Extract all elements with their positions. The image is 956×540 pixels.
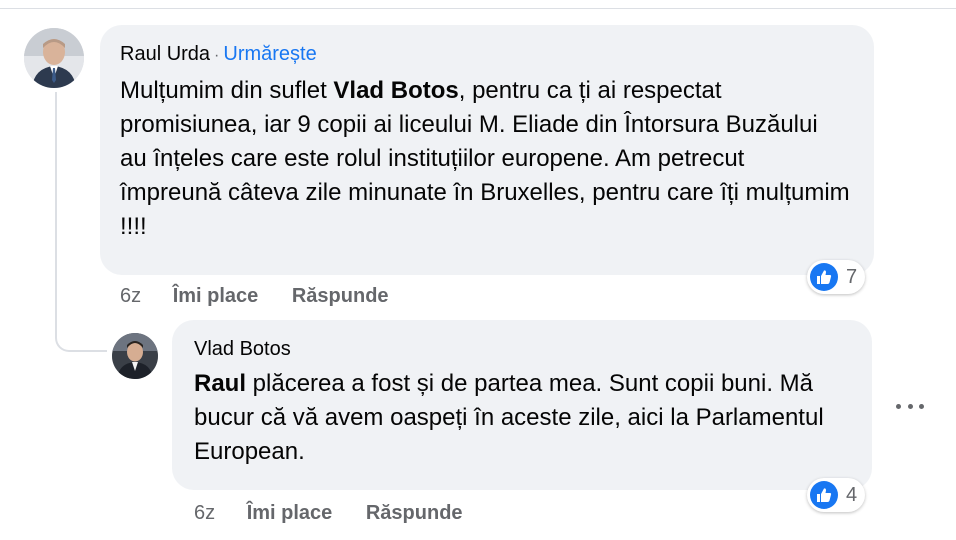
mention-link[interactable]: Raul <box>194 370 246 397</box>
follow-link[interactable]: Urmărește <box>223 43 316 65</box>
avatar-photo-icon <box>112 333 158 379</box>
more-horizontal-icon <box>896 403 901 409</box>
more-options-button[interactable] <box>896 396 924 416</box>
avatar-raul-urda[interactable] <box>24 28 84 88</box>
top-divider <box>0 8 956 9</box>
avatar-vlad-botos[interactable] <box>112 333 158 379</box>
like-button[interactable]: Îmi place <box>173 283 259 309</box>
comment-actions-1: 6z Îmi place Răspunde <box>120 283 389 309</box>
comment-text: Mulțumim din suflet Vlad Botos, pentru c… <box>120 74 850 244</box>
reaction-summary-2[interactable]: 4 <box>807 478 866 512</box>
more-horizontal-icon-dot <box>907 403 913 409</box>
like-button[interactable]: Îmi place <box>247 500 333 526</box>
thread-connector-curve <box>55 320 107 352</box>
reaction-summary-1[interactable]: 7 <box>807 260 866 294</box>
mention-link[interactable]: Vlad Botos <box>333 77 458 104</box>
comment-header: Vlad Botos <box>194 336 844 362</box>
like-icon <box>810 263 838 291</box>
reaction-count: 7 <box>846 265 858 288</box>
timestamp[interactable]: 6z <box>120 283 141 309</box>
comment-text-part: Mulțumim din suflet <box>120 77 334 104</box>
comment-text: Raul plăcerea a fost și de partea mea. S… <box>194 367 844 469</box>
comment-bubble-2: Vlad Botos Raul plăcerea a fost și de pa… <box>172 320 872 490</box>
reaction-count: 4 <box>846 483 858 506</box>
comment-header: Raul Urda · Urmărește <box>120 41 850 69</box>
comment-actions-2: 6z Îmi place Răspunde <box>194 500 463 526</box>
comment-text-part: plăcerea a fost și de partea mea. Sunt c… <box>194 370 824 465</box>
author-name[interactable]: Vlad Botos <box>194 338 291 360</box>
reply-button[interactable]: Răspunde <box>366 500 463 526</box>
timestamp[interactable]: 6z <box>194 500 215 526</box>
thread-connector <box>55 92 57 322</box>
separator-dot: · <box>214 47 220 64</box>
comment-bubble-1: Raul Urda · Urmărește Mulțumim din suflet … <box>100 25 874 275</box>
more-horizontal-icon-dot <box>919 403 924 409</box>
like-icon <box>810 481 838 509</box>
reply-button[interactable]: Răspunde <box>292 283 389 309</box>
avatar-photo-icon <box>24 28 84 88</box>
author-name[interactable]: Raul Urda <box>120 43 210 65</box>
